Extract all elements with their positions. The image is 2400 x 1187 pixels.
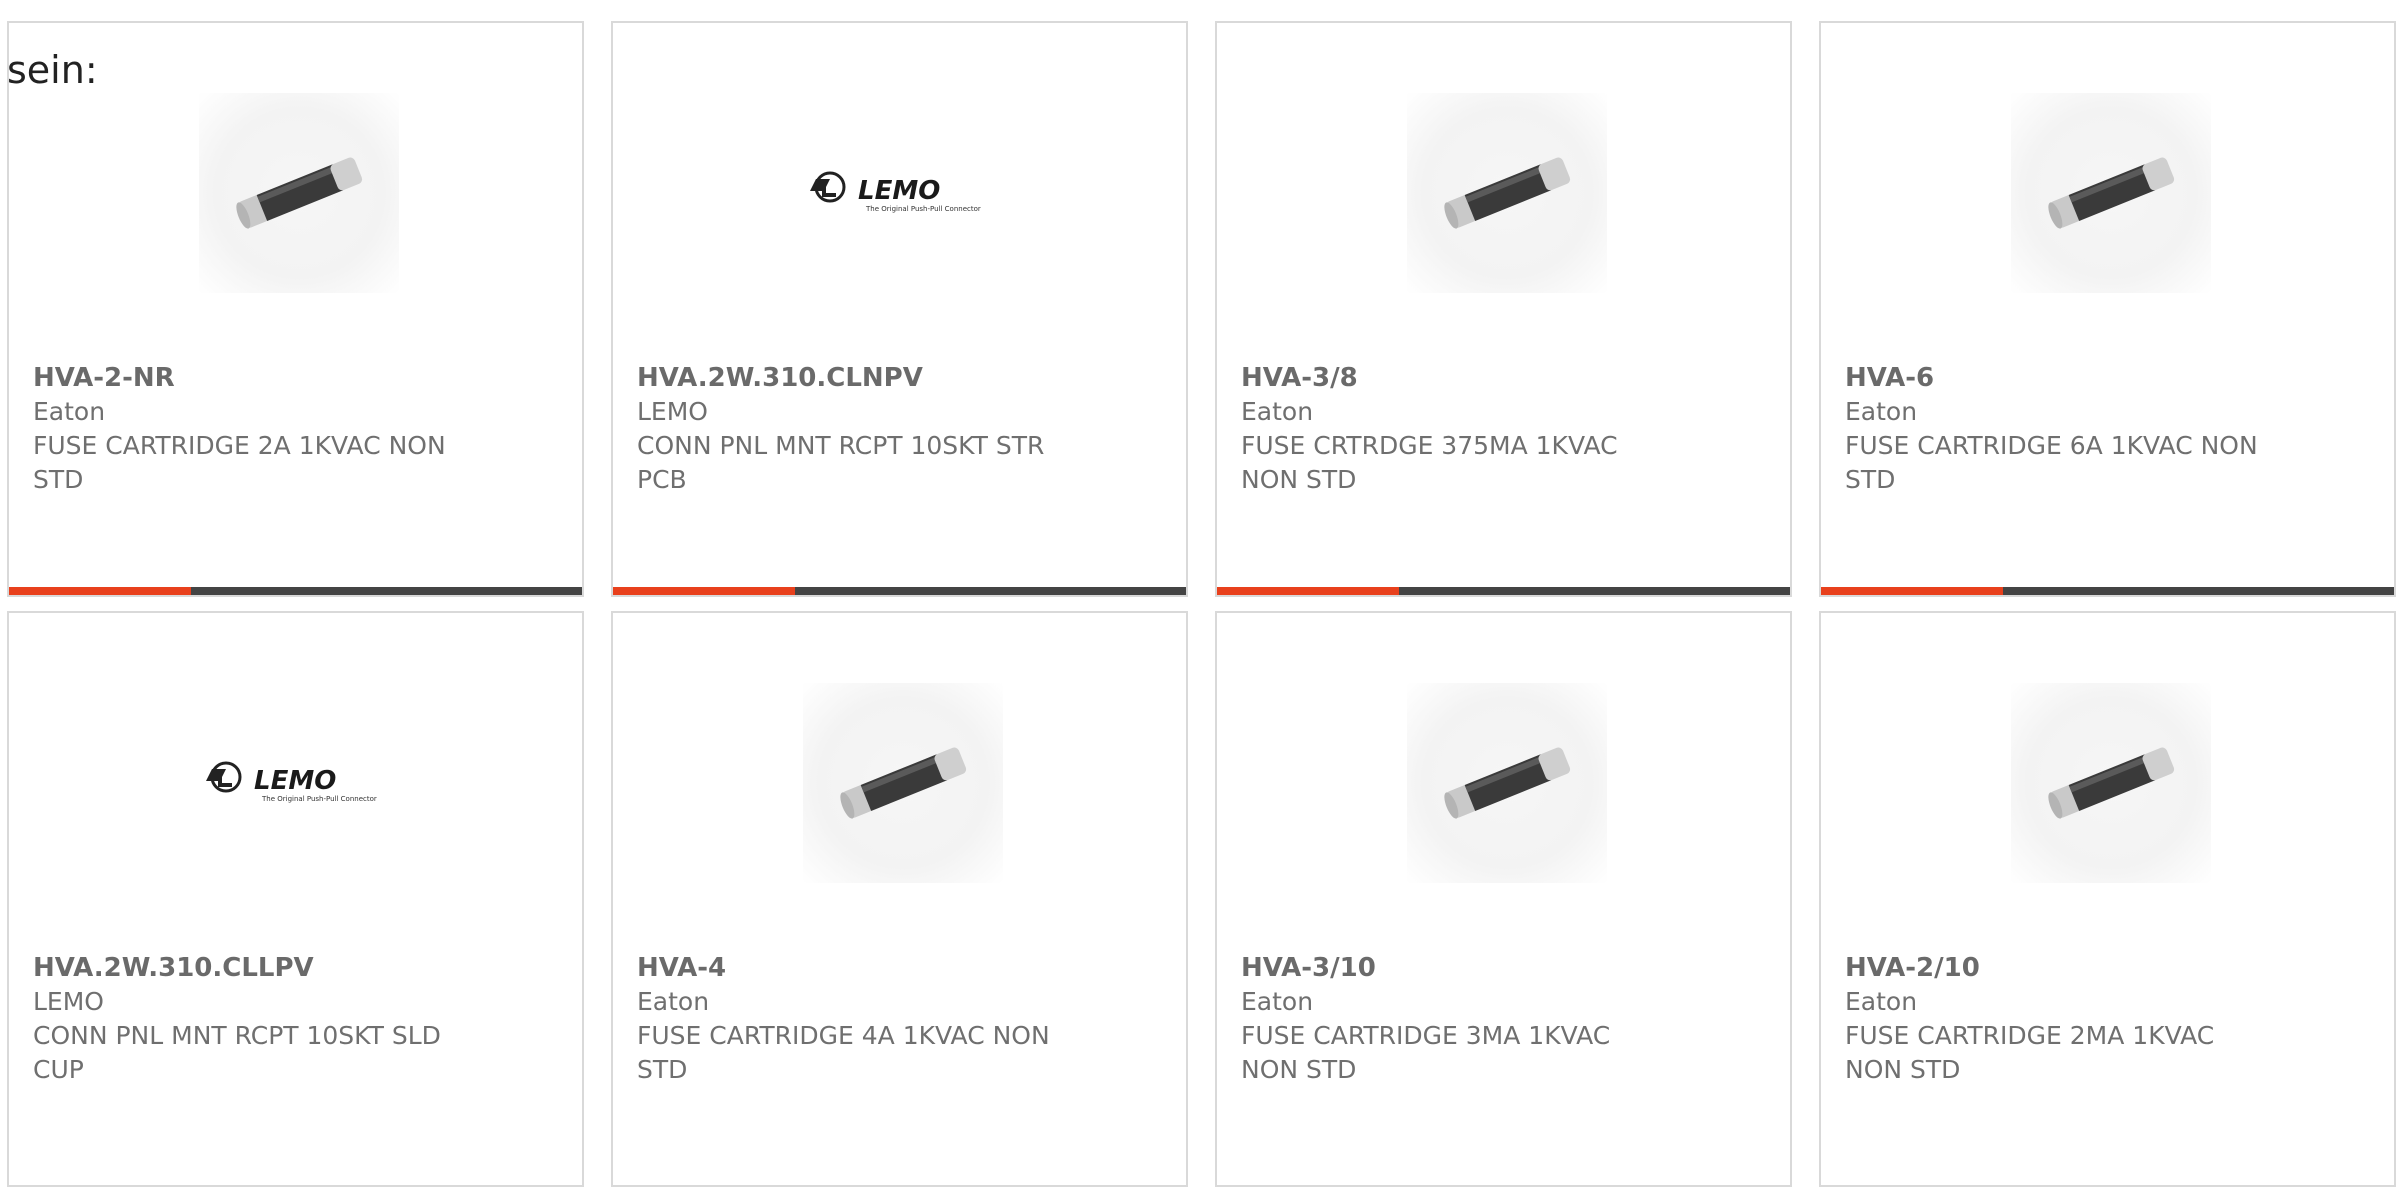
- card-accent-bar: [1821, 587, 2003, 595]
- fuse-cartridge-icon: [2048, 157, 2175, 229]
- svg-text:The Original Push-Pull Connect: The Original Push-Pull Connector: [865, 205, 981, 213]
- svg-text:The Original Push-Pull Connect: The Original Push-Pull Connector: [261, 795, 377, 803]
- description: FUSE CARTRIDGE 4A 1KVAC NON: [637, 1021, 1050, 1050]
- product-card[interactable]: HVA-3/10 Eaton FUSE CARTRIDGE 3MA 1KVAC …: [1215, 611, 1792, 1187]
- description: FUSE CARTRIDGE 6A 1KVAC NON: [1845, 431, 2258, 460]
- product-image[interactable]: LEMO The Original Push-Pull Connector: [192, 683, 402, 883]
- svg-text:LEMO: LEMO: [254, 766, 336, 796]
- description: FUSE CRTRDGE 375MA 1KVAC: [1241, 431, 1618, 460]
- card-footer-bar: [9, 587, 582, 595]
- lemo-logo: LEMO The Original Push-Pull Connector: [206, 761, 377, 803]
- fuse-cartridge-icon: [2048, 747, 2175, 819]
- product-image[interactable]: [2011, 93, 2211, 293]
- intro-text: sein:: [7, 48, 98, 92]
- product-grid: HVA-2-NR Eaton FUSE CARTRIDGE 2A 1KVAC N…: [0, 0, 2400, 1187]
- part-number[interactable]: HVA-3/8: [1241, 361, 1701, 395]
- description: PCB: [637, 465, 687, 494]
- description: CONN PNL MNT RCPT 10SKT SLD: [33, 1021, 441, 1050]
- part-number[interactable]: HVA-2/10: [1845, 951, 2305, 985]
- part-number[interactable]: HVA-3/10: [1241, 951, 1701, 985]
- brand: Eaton: [33, 397, 106, 426]
- card-accent-bar: [613, 587, 795, 595]
- product-image[interactable]: [2011, 683, 2211, 883]
- card-footer-bar: [613, 587, 1186, 595]
- svg-text:LEMO: LEMO: [858, 176, 940, 206]
- lemo-logo: LEMO The Original Push-Pull Connector: [810, 171, 981, 213]
- product-info: HVA.2W.310.CLLPV LEMO CONN PNL MNT RCPT …: [33, 951, 493, 1087]
- product-card[interactable]: HVA-2-NR Eaton FUSE CARTRIDGE 2A 1KVAC N…: [7, 21, 584, 597]
- part-number[interactable]: HVA-2-NR: [33, 361, 493, 395]
- description: STD: [33, 465, 84, 494]
- product-card[interactable]: HVA-4 Eaton FUSE CARTRIDGE 4A 1KVAC NON …: [611, 611, 1188, 1187]
- fuse-cartridge-icon: [1444, 747, 1571, 819]
- brand: Eaton: [1845, 397, 1918, 426]
- product-image[interactable]: [803, 683, 1003, 883]
- description: STD: [637, 1055, 688, 1084]
- description: FUSE CARTRIDGE 2A 1KVAC NON: [33, 431, 446, 460]
- part-number[interactable]: HVA-4: [637, 951, 1097, 985]
- card-footer-bar: [1821, 587, 2394, 595]
- brand: LEMO: [33, 987, 104, 1016]
- fuse-cartridge-icon: [1444, 157, 1571, 229]
- description: CONN PNL MNT RCPT 10SKT STR: [637, 431, 1045, 460]
- description: NON STD: [1241, 465, 1357, 494]
- description: CUP: [33, 1055, 84, 1084]
- product-image[interactable]: [1407, 93, 1607, 293]
- product-image[interactable]: [1407, 683, 1607, 883]
- product-info: HVA-2/10 Eaton FUSE CARTRIDGE 2MA 1KVAC …: [1845, 951, 2305, 1087]
- fuse-cartridge-icon: [840, 747, 967, 819]
- card-footer-bar: [1217, 587, 1790, 595]
- product-info: HVA-3/8 Eaton FUSE CRTRDGE 375MA 1KVAC N…: [1241, 361, 1701, 497]
- fuse-cartridge-icon: [236, 157, 363, 229]
- product-image[interactable]: [199, 93, 399, 293]
- product-info: HVA-6 Eaton FUSE CARTRIDGE 6A 1KVAC NON …: [1845, 361, 2305, 497]
- description: STD: [1845, 465, 1896, 494]
- description: NON STD: [1845, 1055, 1961, 1084]
- brand: LEMO: [637, 397, 708, 426]
- product-info: HVA-2-NR Eaton FUSE CARTRIDGE 2A 1KVAC N…: [33, 361, 493, 497]
- product-card[interactable]: LEMO The Original Push-Pull Connector HV…: [611, 21, 1188, 597]
- brand: Eaton: [637, 987, 710, 1016]
- part-number[interactable]: HVA.2W.310.CLNPV: [637, 361, 1097, 395]
- product-info: HVA.2W.310.CLNPV LEMO CONN PNL MNT RCPT …: [637, 361, 1097, 497]
- product-card[interactable]: HVA-6 Eaton FUSE CARTRIDGE 6A 1KVAC NON …: [1819, 21, 2396, 597]
- description: NON STD: [1241, 1055, 1357, 1084]
- product-card[interactable]: LEMO The Original Push-Pull Connector HV…: [7, 611, 584, 1187]
- card-accent-bar: [9, 587, 191, 595]
- part-number[interactable]: HVA-6: [1845, 361, 2305, 395]
- description: FUSE CARTRIDGE 3MA 1KVAC: [1241, 1021, 1611, 1050]
- product-image[interactable]: LEMO The Original Push-Pull Connector: [796, 93, 1006, 293]
- product-card[interactable]: HVA-2/10 Eaton FUSE CARTRIDGE 2MA 1KVAC …: [1819, 611, 2396, 1187]
- description: FUSE CARTRIDGE 2MA 1KVAC: [1845, 1021, 2215, 1050]
- brand: Eaton: [1241, 987, 1314, 1016]
- product-info: HVA-4 Eaton FUSE CARTRIDGE 4A 1KVAC NON …: [637, 951, 1097, 1087]
- part-number[interactable]: HVA.2W.310.CLLPV: [33, 951, 493, 985]
- card-accent-bar: [1217, 587, 1399, 595]
- brand: Eaton: [1845, 987, 1918, 1016]
- product-card[interactable]: HVA-3/8 Eaton FUSE CRTRDGE 375MA 1KVAC N…: [1215, 21, 1792, 597]
- brand: Eaton: [1241, 397, 1314, 426]
- product-info: HVA-3/10 Eaton FUSE CARTRIDGE 3MA 1KVAC …: [1241, 951, 1701, 1087]
